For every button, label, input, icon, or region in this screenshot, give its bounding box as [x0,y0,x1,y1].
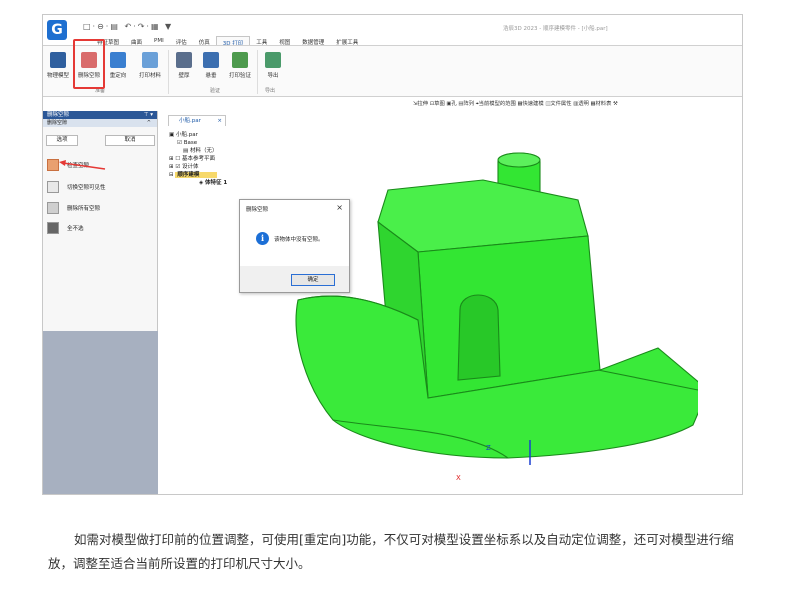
boat-model[interactable] [278,140,698,465]
collapse-icon[interactable]: ^ [147,119,151,127]
group-verify: 验证 [210,88,221,94]
overhang-button[interactable]: 悬垂 [198,52,224,79]
window-title: 浩辰3D 2023 - 顺序建模零件 - [小船.par] [503,26,608,32]
app-window: G □·⊖·▤ ↶·↷·▦ ▼ 浩辰3D 2023 - 顺序建模零件 - [小船… [42,14,743,495]
export-button[interactable]: 导出 [260,52,286,79]
print-check-button[interactable]: 打印验证 [225,52,255,79]
section-label: 删除空隙 [47,120,68,126]
dialog-title: 删除空隙 [246,207,269,213]
delete-all-voids-item[interactable]: 删除所有空隙 [47,202,100,214]
wall-thickness-icon [176,52,192,68]
panel-section: 删除空隙 ^ [43,119,157,127]
tree-item[interactable]: ⊞ ☑ 设计体 [169,163,227,171]
toggle-visibility-label: 切换空隙可见性 [67,185,106,191]
reorient-label: 重定向 [109,73,127,79]
print-check-icon [232,52,248,68]
export-label: 导出 [267,73,279,79]
print-material-icon [142,52,158,68]
tree-item[interactable]: ▤ 材料（无） [169,147,227,155]
tree-item[interactable]: ▣ 小船.par [169,131,227,139]
panel-title-text: 删除空隙 [47,112,70,118]
feature-tree: ▣ 小船.par ☑ Base ▤ 材料（无） ⊞ ☐ 基本参考平面 ⊞ ☑ 设… [169,131,227,187]
tree-item-label: 设计体 [182,164,199,170]
app-logo[interactable]: G [47,20,67,40]
message-dialog: 删除空隙 × i 该物体中没有空隙。 确定 [239,199,350,293]
tree-item-label: 体特征 1 [204,180,228,186]
dialog-message: 该物体中没有空隙。 [274,237,324,243]
print-material-button[interactable]: 打印材料 [135,52,165,79]
print-material-label: 打印材料 [138,73,161,79]
dialog-close-icon[interactable]: × [336,203,343,212]
reorient-icon [110,52,126,68]
quick-access-toolbar[interactable]: □·⊖·▤ ↶·↷·▦ ▼ [83,22,173,31]
tree-item[interactable]: ⊟ 顺序建模 [169,171,227,179]
physical-model-label: 物理模型 [46,73,69,79]
panel-title: 删除空隙 ⊤ ▾ [43,111,157,119]
wall-thickness-label: 壁厚 [178,73,190,79]
options-button[interactable]: 选项 [46,135,78,146]
caption-paragraph: 如需对模型做打印前的位置调整，可使用[重定向]功能，不仅可对模型设置坐标系以及自… [48,532,734,571]
tree-item-label: Base [183,140,198,146]
highlight-box [73,39,105,89]
tree-item[interactable]: ⊞ ☐ 基本参考平面 [169,155,227,163]
axis-x-label: X [456,474,461,482]
tree-item-label: 顺序建模 [175,172,218,178]
deselect-all-label: 全不选 [67,226,84,232]
export-icon [265,52,281,68]
physical-model-button[interactable]: 物理模型 [45,52,71,79]
deselect-all-item[interactable]: 全不选 [47,222,84,234]
red-arrow-icon [59,160,106,170]
cancel-button[interactable]: 取消 [105,135,155,146]
toggle-void-visibility-item[interactable]: 切换空隙可见性 [47,181,106,193]
physical-model-icon [50,52,66,68]
panel-empty-area [43,331,158,494]
ok-button[interactable]: 确定 [291,274,335,286]
wall-thickness-button[interactable]: 壁厚 [171,52,197,79]
group-export: 导出 [265,88,276,94]
tab-close-icon[interactable]: × [217,116,222,126]
left-panel: 删除空隙 ⊤ ▾ 删除空隙 ^ 选项 取消 检查空隙 切换空隙可见性 删除所有空隙 … [43,111,158,494]
document-tab-label: 小船.par [179,118,201,124]
tree-item-label: 材料（无） [189,148,218,154]
dialog-body: i 该物体中没有空隙。 [240,216,349,266]
overhang-icon [203,52,219,68]
delete-all-label: 删除所有空隙 [67,206,101,212]
document-tab[interactable]: 小船.par × [168,115,226,126]
separator [168,50,169,94]
deselect-all-icon [47,222,59,234]
tree-item-label: 小船.par [175,132,198,138]
overhang-label: 悬垂 [205,73,217,79]
axis-z-label: Z [486,444,491,452]
panel-pin-icon[interactable]: ⊤ ▾ [144,111,153,119]
tree-item[interactable]: ☑ Base [169,139,227,147]
toggle-visibility-icon [47,181,59,193]
reorient-button[interactable]: 重定向 [105,52,131,79]
tree-item[interactable]: ◈ 体特征 1 [169,179,227,187]
print-check-label: 打印验证 [228,73,251,79]
ribbon: 物理模型 删除空隙 重定向 打印材料 壁厚 悬垂 打印验证 导出 准备 验证 导… [43,45,742,97]
command-toolbar[interactable]: ⇲拉伸 ⊡草图 ▣孔 ▤阵列 ⌖当前模型的范围 ▦快速建模 ◫文件属性 ▥透明 … [413,99,618,108]
separator [257,50,258,94]
delete-all-icon [47,202,59,214]
tree-item-label: 基本参考平面 [182,156,216,162]
info-icon: i [256,232,269,245]
dialog-footer: 确定 [240,266,349,292]
